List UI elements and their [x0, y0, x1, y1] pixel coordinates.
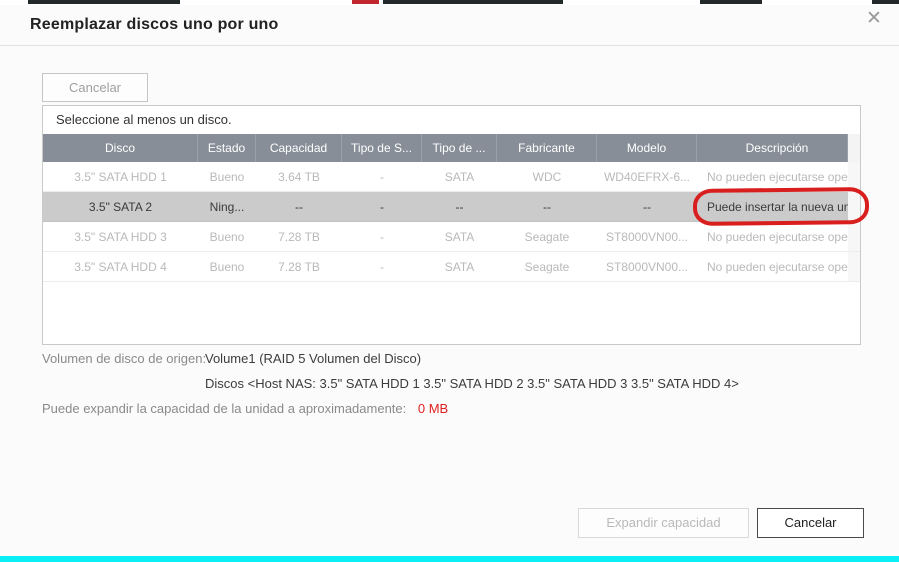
table-row-hdd1[interactable]: 3.5" SATA HDD 1 Bueno 3.64 TB - SATA WDC…: [43, 162, 860, 192]
cell-modelo: WD40EFRX-6...: [597, 162, 697, 191]
cell-modelo: ST8000VN00...: [597, 252, 697, 281]
cell-tipo: --: [422, 192, 497, 221]
cell-estado: Bueno: [198, 252, 256, 281]
cell-tipo: SATA: [422, 162, 497, 191]
cell-fabricante: Seagate: [497, 252, 597, 281]
cell-estado: Bueno: [198, 162, 256, 191]
cell-descripcion: Puede insertar la nueva uni...: [697, 192, 848, 221]
cell-tipo-s: -: [342, 192, 422, 221]
cell-estado: Ning...: [198, 192, 256, 221]
cell-disco: 3.5" SATA HDD 3: [43, 222, 198, 251]
scrollbar-gutter: [848, 222, 860, 251]
cell-estado: Bueno: [198, 222, 256, 251]
expand-capacity-label: Puede expandir la capacidad de la unidad…: [42, 401, 406, 416]
cell-capacidad: 7.28 TB: [256, 222, 342, 251]
cell-disco: 3.5" SATA HDD 4: [43, 252, 198, 281]
remnant-fragment-red: [352, 0, 379, 4]
expand-capacity-value: 0 MB: [418, 401, 448, 416]
scrollbar-gutter: [848, 192, 860, 221]
cell-disco: 3.5" SATA HDD 1: [43, 162, 198, 191]
cell-fabricante: Seagate: [497, 222, 597, 251]
column-header-fabricante[interactable]: Fabricante: [497, 134, 597, 162]
table-row-hdd4[interactable]: 3.5" SATA HDD 4 Bueno 7.28 TB - SATA Sea…: [43, 252, 860, 282]
source-volume-line: Volumen de disco de origen: Volume1 (RAI…: [42, 351, 206, 366]
cell-capacidad: --: [256, 192, 342, 221]
dialog-title: Reemplazar discos uno por uno: [30, 16, 279, 34]
scrollbar-gutter: [848, 252, 860, 281]
cell-tipo-s: -: [342, 162, 422, 191]
remnant-fragment: [28, 0, 180, 4]
cell-modelo: --: [597, 192, 697, 221]
disks-list-value: Discos <Host NAS: 3.5" SATA HDD 1 3.5" S…: [205, 376, 739, 391]
column-header-modelo[interactable]: Modelo: [597, 134, 697, 162]
disk-table: Seleccione al menos un disco. Disco Esta…: [42, 105, 861, 345]
replace-disks-dialog: Reemplazar discos uno por uno ✕ Cancelar…: [0, 5, 899, 556]
cell-fabricante: WDC: [497, 162, 597, 191]
cancel-button[interactable]: Cancelar: [757, 508, 864, 538]
cell-capacidad: 3.64 TB: [256, 162, 342, 191]
expand-capacity-line: Puede expandir la capacidad de la unidad…: [42, 401, 448, 416]
cell-tipo-s: -: [342, 252, 422, 281]
cell-tipo-s: -: [342, 222, 422, 251]
table-message: Seleccione al menos un disco.: [43, 106, 860, 134]
remnant-fragment: [700, 0, 762, 4]
cell-tipo: SATA: [422, 252, 497, 281]
remnant-fragment: [872, 0, 899, 4]
cell-disco: 3.5" SATA 2: [43, 192, 198, 221]
source-volume-value: Volume1 (RAID 5 Volumen del Disco): [205, 351, 421, 366]
expand-capacity-button[interactable]: Expandir capacidad: [578, 508, 749, 538]
table-row-sata2-selected[interactable]: 3.5" SATA 2 Ning... -- - -- -- -- Puede …: [43, 192, 860, 222]
cell-descripcion: No pueden ejecutarse oper...: [697, 252, 848, 281]
cell-capacidad: 7.28 TB: [256, 252, 342, 281]
cell-tipo: SATA: [422, 222, 497, 251]
column-header-capacidad[interactable]: Capacidad: [256, 134, 342, 162]
close-icon[interactable]: ✕: [863, 8, 885, 30]
cell-descripcion: No pueden ejecutarse oper...: [697, 162, 848, 191]
column-header-disco[interactable]: Disco: [43, 134, 198, 162]
scrollbar-gutter: [848, 162, 860, 191]
dialog-header: Reemplazar discos uno por uno ✕: [0, 5, 899, 46]
table-header-row: Disco Estado Capacidad Tipo de S... Tipo…: [43, 134, 860, 162]
cell-descripcion: No pueden ejecutarse oper...: [697, 222, 848, 251]
column-header-estado[interactable]: Estado: [198, 134, 256, 162]
cell-fabricante: --: [497, 192, 597, 221]
column-header-tipo[interactable]: Tipo de ...: [422, 134, 497, 162]
table-row-hdd3[interactable]: 3.5" SATA HDD 3 Bueno 7.28 TB - SATA Sea…: [43, 222, 860, 252]
cancel-top-button[interactable]: Cancelar: [42, 73, 148, 102]
scrollbar-gutter: [848, 134, 860, 162]
column-header-descripcion[interactable]: Descripción: [697, 134, 848, 162]
background-page-remnant-bottom: [0, 556, 899, 562]
cell-modelo: ST8000VN00...: [597, 222, 697, 251]
remnant-fragment: [383, 0, 563, 4]
source-volume-label: Volumen de disco de origen:: [42, 351, 206, 366]
column-header-tipo-s[interactable]: Tipo de S...: [342, 134, 422, 162]
